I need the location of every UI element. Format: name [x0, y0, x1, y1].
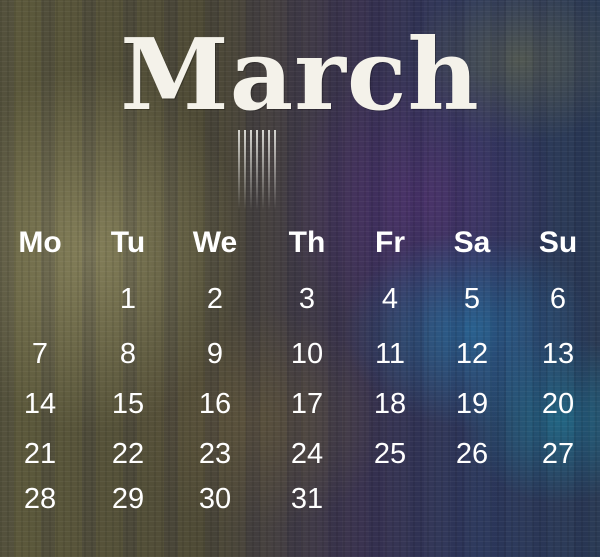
day-cell: 26 [455, 438, 489, 470]
day-cell: 3 [298, 283, 316, 315]
day-cell: 5 [463, 283, 481, 315]
day-cell: 29 [111, 483, 145, 515]
day-cell: 13 [541, 338, 575, 370]
day-cell: 19 [455, 388, 489, 420]
day-cell: 14 [23, 388, 57, 420]
day-cell: 7 [31, 338, 49, 370]
day-cell: 8 [119, 338, 137, 370]
day-cell: 16 [198, 388, 232, 420]
day-cell: 2 [206, 283, 224, 315]
day-cell: 24 [290, 438, 324, 470]
day-cell: 28 [23, 483, 57, 515]
weekday-header: Su [538, 226, 578, 259]
day-cell: 25 [373, 438, 407, 470]
paint-drip-decoration [238, 130, 278, 210]
weekday-header: Th [288, 226, 326, 259]
day-cell: 17 [290, 388, 324, 420]
weekday-header: Sa [453, 226, 491, 259]
day-cell: 4 [381, 283, 399, 315]
day-cell: 9 [206, 338, 224, 370]
day-cell: 11 [374, 338, 406, 370]
day-cell: 12 [455, 338, 489, 370]
day-cell: 18 [373, 388, 407, 420]
day-cell: 1 [119, 283, 137, 315]
day-cell: 23 [198, 438, 232, 470]
weekday-header: Fr [375, 226, 405, 259]
month-title: March [120, 18, 480, 133]
day-cell: 31 [290, 483, 324, 515]
day-cell: 15 [111, 388, 145, 420]
day-cell: 22 [111, 438, 145, 470]
day-cell: 20 [541, 388, 575, 420]
day-cell: 27 [541, 438, 575, 470]
weekday-header: Tu [110, 226, 146, 259]
weekday-header: We [192, 226, 238, 259]
weekday-header: Mo [18, 226, 62, 259]
day-cell: 21 [23, 438, 57, 470]
day-cell: 6 [549, 283, 567, 315]
day-cell: 10 [290, 338, 324, 370]
day-cell: 30 [198, 483, 232, 515]
